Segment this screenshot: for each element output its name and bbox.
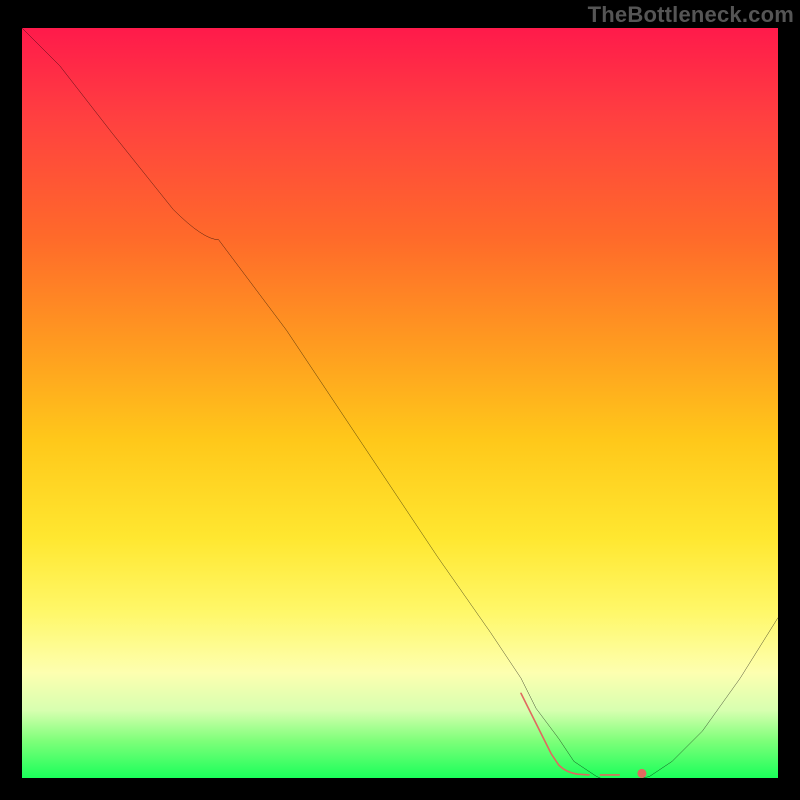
bottleneck-curve-line <box>22 28 778 778</box>
highlight-min-drop <box>521 693 589 775</box>
chart-svg <box>22 28 778 778</box>
highlight-min-dot <box>637 769 646 778</box>
watermark-text: TheBottleneck.com <box>588 2 794 28</box>
plot-area <box>22 28 778 778</box>
chart-frame: TheBottleneck.com line bottleneck-curve … <box>0 0 800 800</box>
